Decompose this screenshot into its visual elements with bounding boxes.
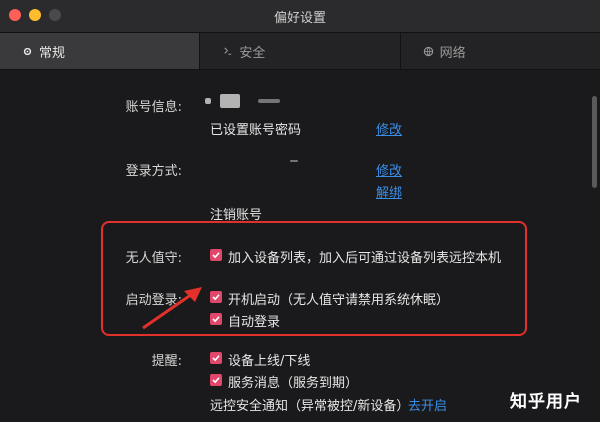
- checkmark-icon: [212, 294, 220, 301]
- security-notice-text: 远控安全通知（异常被控/新设备）: [210, 399, 410, 414]
- watermark: 知乎用户: [510, 392, 582, 412]
- auto-login-option: 自动登录: [228, 315, 281, 330]
- redacted-account-id: [258, 99, 280, 103]
- globe-icon: [423, 46, 433, 56]
- tab-general[interactable]: 常规: [0, 33, 201, 69]
- unattended-checkbox[interactable]: [210, 249, 222, 261]
- service-msg-option: 服务消息（服务到期）: [228, 376, 359, 391]
- tab-security[interactable]: 安全: [200, 33, 401, 69]
- reminder-label: 提醒:: [151, 354, 182, 369]
- tab-label: 常规: [39, 45, 66, 61]
- tab-bar: 常规 安全 网络: [0, 33, 600, 70]
- close-button[interactable]: [9, 9, 21, 21]
- checkmark-icon: [212, 252, 220, 259]
- unattended-label: 无人值守:: [125, 251, 182, 266]
- login-method-label: 登录方式:: [125, 164, 182, 179]
- tab-network[interactable]: 网络: [401, 33, 600, 69]
- minimize-button[interactable]: [29, 9, 41, 21]
- checkmark-icon: [212, 355, 220, 362]
- unattended-option: 加入设备列表，加入后可通过设备列表远控本机: [228, 251, 502, 266]
- checkmark-icon: [212, 377, 220, 384]
- tab-label: 安全: [239, 45, 266, 61]
- shield-icon: [224, 46, 232, 55]
- password-status: 已设置账号密码: [210, 123, 302, 138]
- tab-label: 网络: [439, 45, 466, 61]
- gear-icon: [23, 47, 32, 55]
- scrollbar[interactable]: [592, 96, 597, 188]
- zoom-button[interactable]: [49, 9, 61, 21]
- auto-login-checkbox[interactable]: [210, 313, 222, 325]
- title-bar: 偏好设置: [0, 0, 600, 33]
- redacted-avatar: [205, 98, 211, 104]
- device-online-checkbox[interactable]: [210, 352, 222, 364]
- window-title: 偏好设置: [273, 10, 326, 26]
- account-info-label: 账号信息:: [125, 100, 182, 115]
- annotation-arrow-icon: [142, 287, 202, 330]
- window-controls: [9, 9, 61, 21]
- unbind-link[interactable]: 解绑: [376, 182, 402, 201]
- boot-start-checkbox[interactable]: [210, 291, 222, 303]
- service-msg-checkbox[interactable]: [210, 374, 222, 386]
- modify-login-link[interactable]: 修改: [376, 160, 402, 179]
- general-settings-panel: 账号信息: 已设置账号密码 修改 登录方式: 修改 解绑 注销账号 无人值守: …: [0, 70, 600, 422]
- redacted-account-name: [220, 94, 240, 108]
- checkmark-icon: [212, 316, 220, 323]
- modify-password-link[interactable]: 修改: [376, 119, 402, 138]
- enable-notice-link[interactable]: 去开启: [408, 395, 447, 414]
- redacted-login-info: [290, 160, 298, 162]
- boot-start-option: 开机启动（无人值守请禁用系统休眠）: [228, 293, 450, 308]
- device-online-option: 设备上线/下线: [228, 354, 311, 369]
